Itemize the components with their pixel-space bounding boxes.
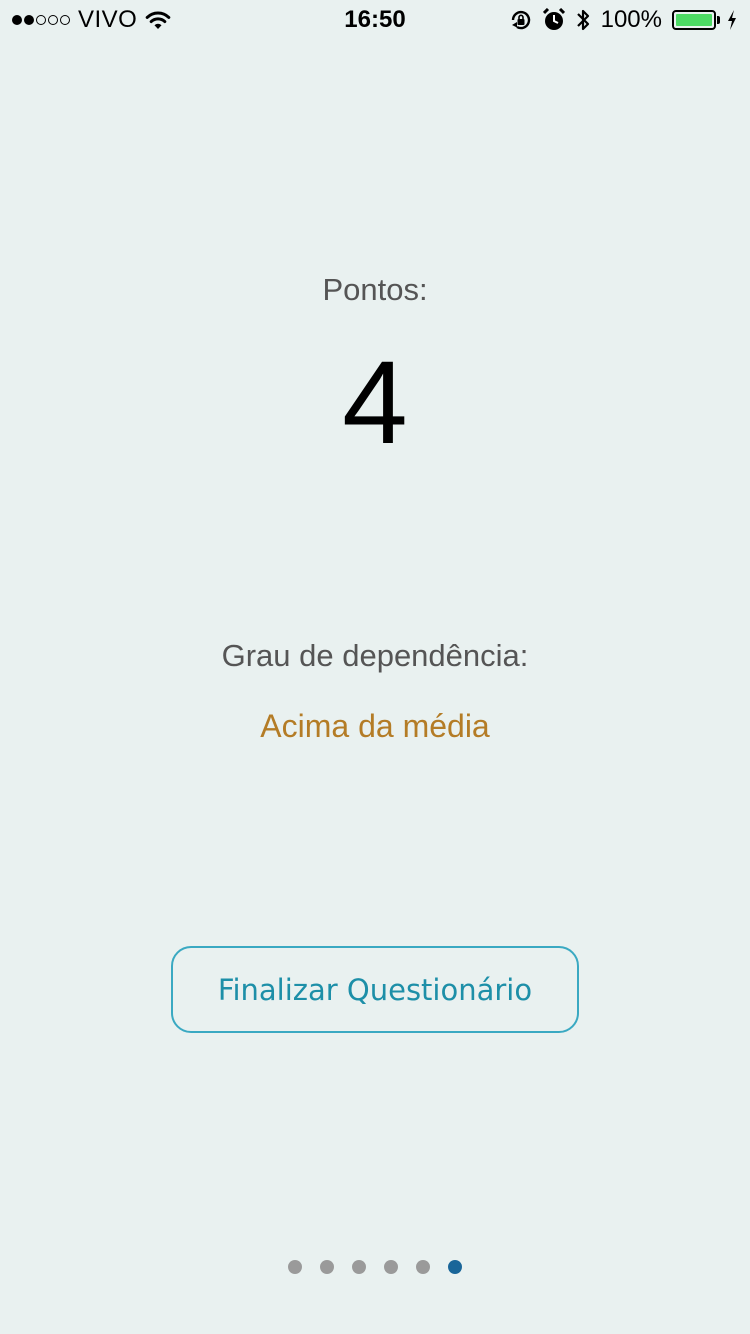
page-dot[interactable]	[352, 1260, 366, 1274]
page-dot-active[interactable]	[448, 1260, 462, 1274]
finish-questionnaire-button[interactable]: Finalizar Questionário	[171, 946, 579, 1033]
page-dot[interactable]	[384, 1260, 398, 1274]
battery-percentage: 100%	[600, 6, 662, 33]
alarm-icon	[542, 8, 565, 32]
page-dot[interactable]	[416, 1260, 430, 1274]
page-dot[interactable]	[288, 1260, 302, 1274]
points-label: Pontos:	[322, 272, 428, 307]
battery-fill	[676, 14, 712, 26]
bluetooth-icon	[575, 7, 591, 33]
rotation-lock-icon	[509, 8, 533, 32]
battery-icon	[672, 10, 720, 30]
page-indicator[interactable]	[0, 1260, 750, 1274]
page-dot[interactable]	[320, 1260, 334, 1274]
points-value: 4	[342, 337, 408, 469]
status-right: 100%	[509, 6, 738, 34]
dependency-level-value: Acima da média	[260, 708, 490, 744]
status-bar: VIVO 16:50 100%	[0, 0, 750, 40]
dependency-level-label: Grau de dependência:	[221, 638, 529, 673]
charging-bolt-icon	[726, 9, 738, 31]
battery-nub	[717, 16, 720, 24]
